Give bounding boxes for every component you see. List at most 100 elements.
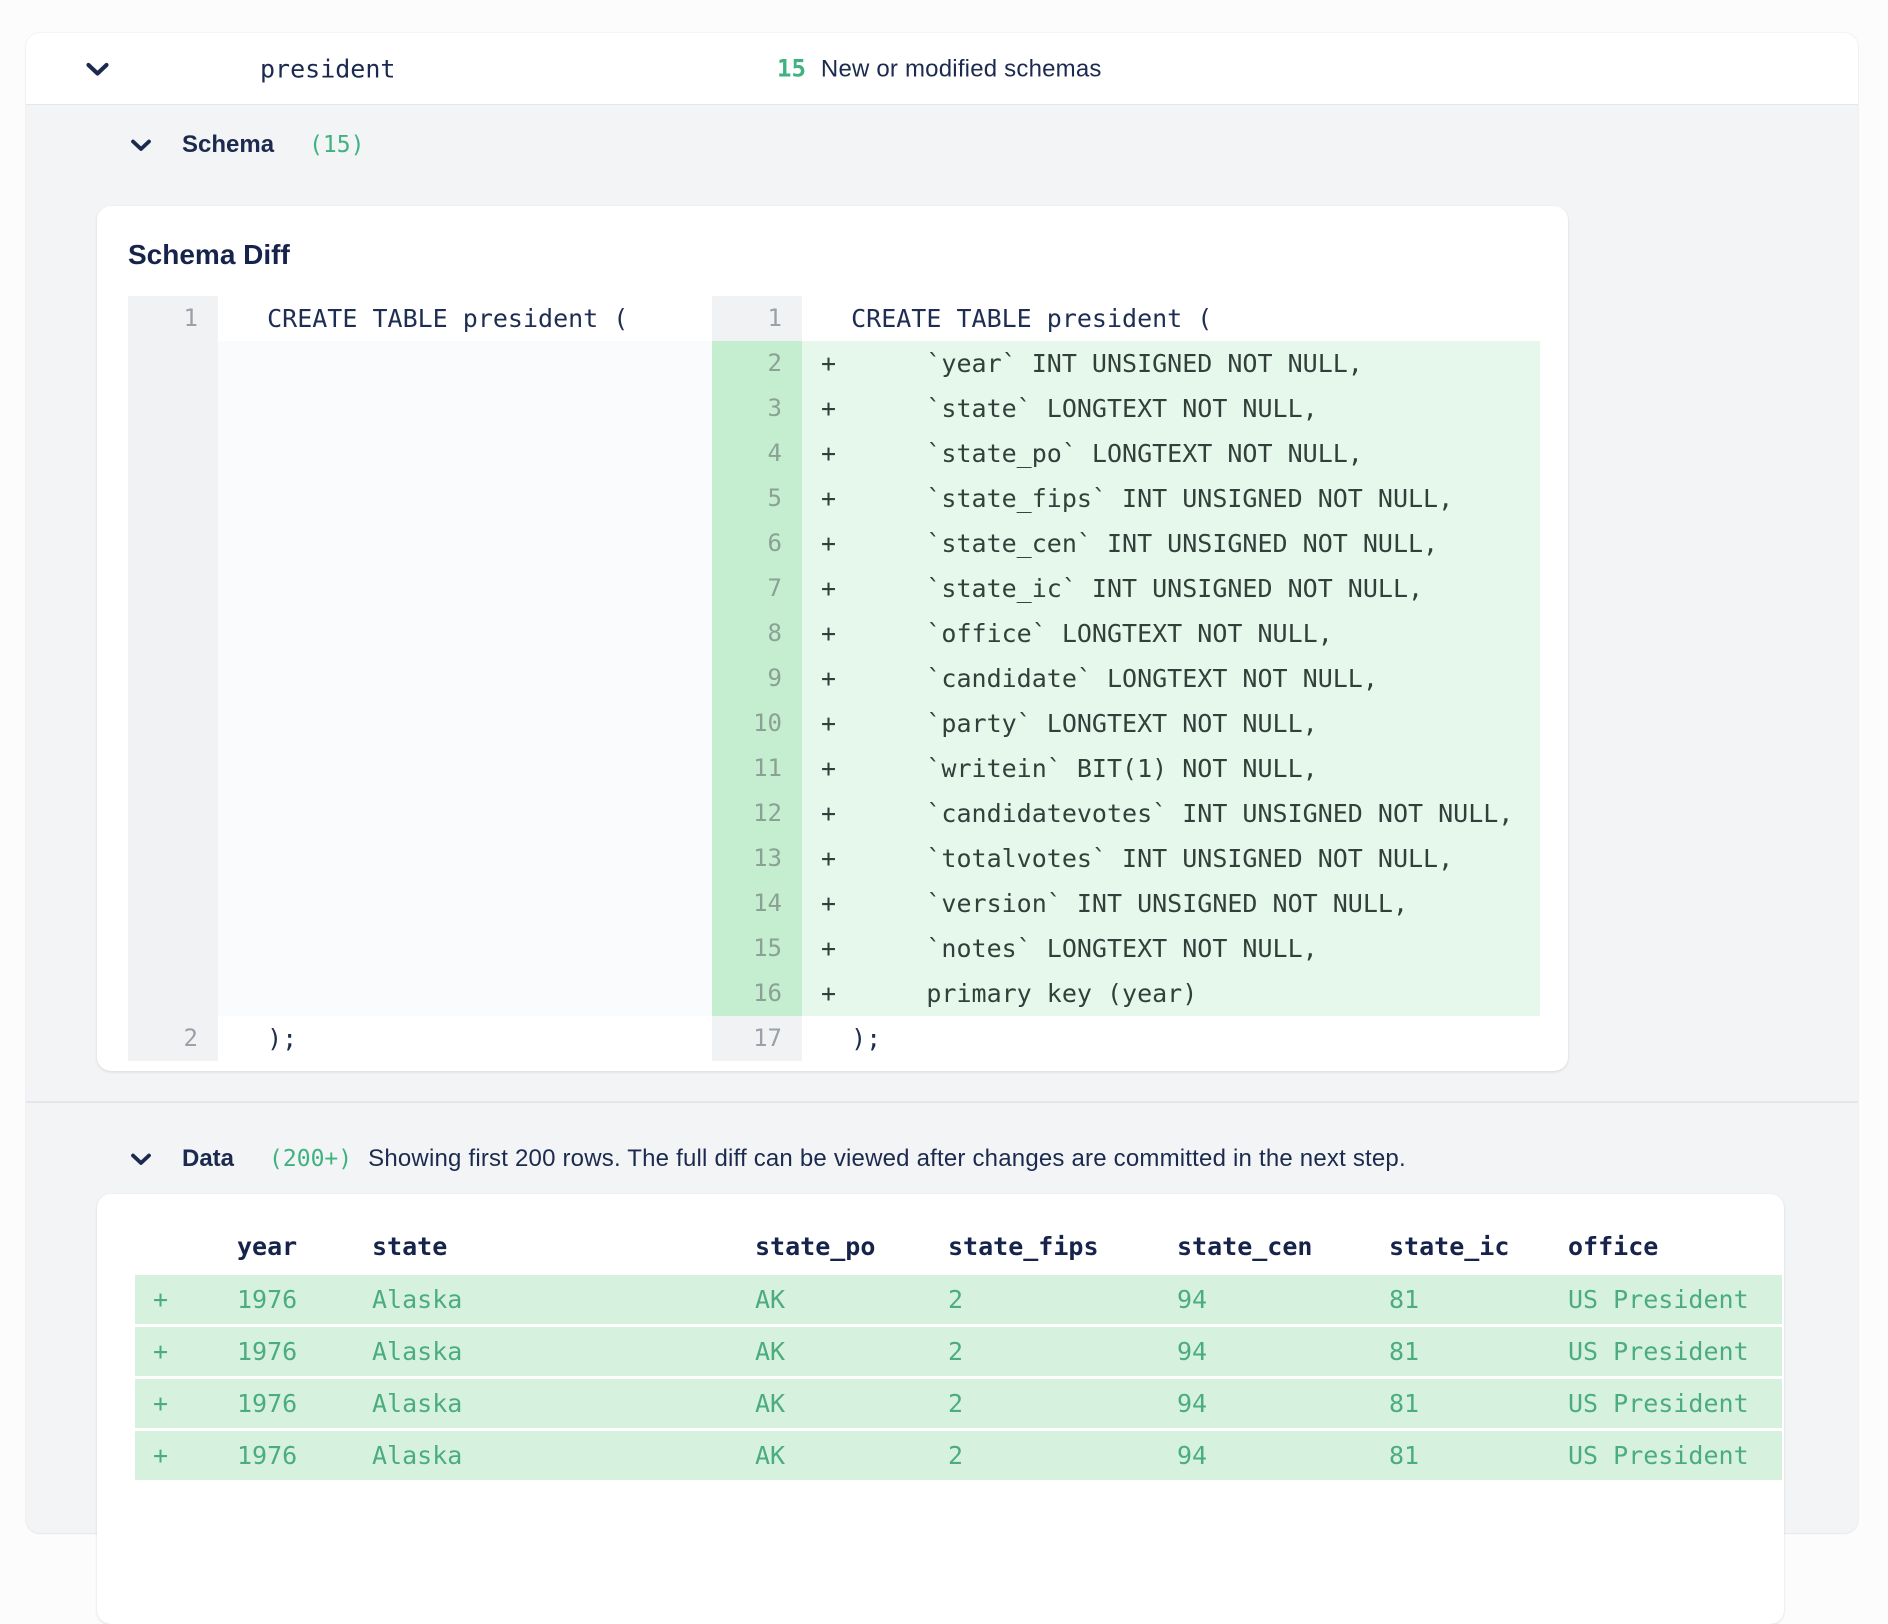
diff-row-added: 12+ `candidatevotes` INT UNSIGNED NOT NU… [712,791,1540,836]
line-number: 2 [712,341,802,386]
line-number: 15 [712,926,802,971]
table-cell: Alaska [372,1441,755,1470]
line-number: 1 [712,296,802,341]
schema-diff-card: Schema Diff 1 CREATE TABLE president ( 2 … [97,206,1568,1071]
table-row-added: +1976AlaskaAK29481US President [135,1327,1782,1376]
table-row-added: +1976AlaskaAK29481US President [135,1431,1782,1480]
data-section-description: Showing first 200 rows. The full diff ca… [368,1145,1406,1173]
column-header-office: office [1568,1232,1782,1261]
table-accordion-header[interactable]: president 15 New or modified schemas [26,33,1858,105]
added-row-marker: + [135,1389,237,1418]
table-cell: US President [1568,1441,1782,1470]
schema-section-title: Schema [182,131,274,159]
schema-review-panel: president 15 New or modified schemas Sch… [26,33,1858,1533]
table-cell: US President [1568,1285,1782,1314]
line-number: 4 [712,431,802,476]
table-cell: 94 [1177,1389,1389,1418]
line-number: 13 [712,836,802,881]
schema-section-count: (15) [309,132,364,158]
table-cell: 2 [948,1285,1177,1314]
table-row-added: +1976AlaskaAK29481US President [135,1379,1782,1428]
line-code: CREATE TABLE president ( [218,296,712,341]
table-cell: 94 [1177,1441,1389,1470]
table-cell: Alaska [372,1389,755,1418]
line-code: + `year` INT UNSIGNED NOT NULL, [802,341,1540,386]
line-code: + `notes` LONGTEXT NOT NULL, [802,926,1540,971]
line-number: 12 [712,791,802,836]
diff-row-added: 3+ `state` LONGTEXT NOT NULL, [712,386,1540,431]
table-cell: 81 [1389,1337,1568,1366]
line-number: 9 [712,656,802,701]
column-header-state_po: state_po [755,1232,948,1261]
added-row-marker: + [135,1441,237,1470]
column-header-state_fips: state_fips [948,1232,1177,1261]
data-table-header: yearstatestate_postate_fipsstate_censtat… [135,1218,1782,1275]
chevron-down-icon[interactable] [130,139,152,152]
line-number: 5 [712,476,802,521]
line-code: + `state_ic` INT UNSIGNED NOT NULL, [802,566,1540,611]
diff-row-added: 2+ `year` INT UNSIGNED NOT NULL, [712,341,1540,386]
schema-section: Schema (15) Schema Diff 1 CREATE TABLE p… [26,105,1858,1071]
column-header-state_ic: state_ic [1389,1232,1568,1261]
line-code: ); [802,1016,1540,1061]
line-code: CREATE TABLE president ( [802,296,1540,341]
chevron-down-icon[interactable] [85,62,110,77]
column-header-year: year [237,1232,372,1261]
added-row-marker: + [135,1337,237,1366]
data-section-header[interactable]: Data (200+) Showing first 200 rows. The … [130,1144,1858,1174]
diff-left-pane: 1 CREATE TABLE president ( 2 ); [128,296,712,1061]
schema-count-number: 15 [777,54,806,82]
diff-row: 2 ); [128,1016,712,1061]
diff-empty-region [128,341,712,1016]
table-name: president [260,54,395,83]
line-number: 6 [712,521,802,566]
table-cell: 2 [948,1441,1177,1470]
diff-row-added: 6+ `state_cen` INT UNSIGNED NOT NULL, [712,521,1540,566]
diff-row-added: 13+ `totalvotes` INT UNSIGNED NOT NULL, [712,836,1540,881]
schema-diff-title: Schema Diff [128,238,1568,272]
data-table-body: +1976AlaskaAK29481US President+1976Alask… [135,1275,1782,1480]
column-header-state_cen: state_cen [1177,1232,1389,1261]
table-cell: AK [755,1337,948,1366]
line-number: 8 [712,611,802,656]
data-section-count: (200+) [269,1146,352,1172]
line-code: ); [218,1016,712,1061]
diff-row-added: 14+ `version` INT UNSIGNED NOT NULL, [712,881,1540,926]
line-code: + `state_po` LONGTEXT NOT NULL, [802,431,1540,476]
table-cell: 1976 [237,1389,372,1418]
table-cell: 2 [948,1389,1177,1418]
schema-count-badge: 15 New or modified schemas [777,54,1102,83]
line-code: + `office` LONGTEXT NOT NULL, [802,611,1540,656]
table-cell: 1976 [237,1441,372,1470]
diff-row-added: 4+ `state_po` LONGTEXT NOT NULL, [712,431,1540,476]
line-number: 3 [712,386,802,431]
data-preview-card: yearstatestate_postate_fipsstate_censtat… [97,1194,1784,1624]
data-section: Data (200+) Showing first 200 rows. The … [26,1103,1858,1624]
schema-diff-view: 1 CREATE TABLE president (2 ); 1 CREATE … [128,296,1540,1061]
line-code: + primary key (year) [802,971,1540,1016]
line-code: + `party` LONGTEXT NOT NULL, [802,701,1540,746]
line-code: + `totalvotes` INT UNSIGNED NOT NULL, [802,836,1540,881]
line-number: 1 [128,296,218,341]
table-cell: AK [755,1389,948,1418]
table-cell: AK [755,1441,948,1470]
chevron-down-icon[interactable] [130,1153,152,1166]
table-cell: 94 [1177,1337,1389,1366]
diff-row-added: 7+ `state_ic` INT UNSIGNED NOT NULL, [712,566,1540,611]
table-cell: 1976 [237,1285,372,1314]
schema-section-header[interactable]: Schema (15) [130,130,1858,160]
line-code: + `writein` BIT(1) NOT NULL, [802,746,1540,791]
line-code: + `state_fips` INT UNSIGNED NOT NULL, [802,476,1540,521]
line-code: + `candidate` LONGTEXT NOT NULL, [802,656,1540,701]
line-number: 10 [712,701,802,746]
diff-row-added: 9+ `candidate` LONGTEXT NOT NULL, [712,656,1540,701]
table-cell: 81 [1389,1441,1568,1470]
column-header-state: state [372,1232,755,1261]
table-cell: AK [755,1285,948,1314]
data-section-title: Data [182,1145,234,1173]
table-cell: 81 [1389,1389,1568,1418]
diff-row-added: 10+ `party` LONGTEXT NOT NULL, [712,701,1540,746]
schema-count-label: New or modified schemas [821,55,1102,83]
table-cell: 2 [948,1337,1177,1366]
line-number: 17 [712,1016,802,1061]
